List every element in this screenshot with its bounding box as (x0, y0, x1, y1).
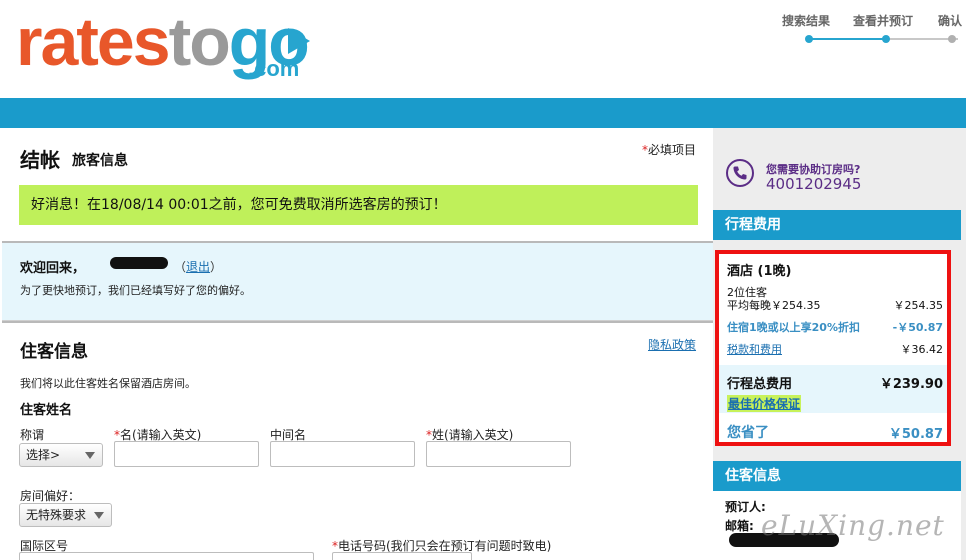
hotel-nights-label: 酒店 (1晚) (727, 264, 792, 279)
salutation-select[interactable]: 选择> (19, 443, 103, 467)
step-dot-1 (805, 35, 813, 43)
discount-row: 住宿1晚或以上享20%折扣 -￥50.87 (727, 319, 943, 335)
middle-name-input[interactable] (270, 441, 415, 467)
guest-panel: 预订人: 邮箱: eLuXing.net (713, 491, 961, 560)
guest-info-title: 住客信息 (20, 342, 88, 362)
privacy-policy-link[interactable]: 隐私政策 (648, 336, 696, 353)
page-title: 结帐 (20, 148, 60, 172)
step-confirm: 确认 (938, 14, 963, 28)
avg-nightly-row: 平均每晚￥254.35 ￥254.35 (727, 297, 943, 313)
hold-room-note: 我们将以此住客姓名保留酒店房间。 (20, 377, 196, 390)
logout-paren-close: ） (210, 260, 223, 274)
taxes-value: ￥36.42 (900, 343, 944, 356)
logo-part-rates: rates (16, 4, 171, 80)
phone-input[interactable] (332, 552, 472, 560)
step-dot-3 (948, 35, 956, 43)
logo-part-to: to (168, 4, 231, 80)
discount-label: 住宿1晚或以上享20%折扣 (727, 321, 860, 334)
step-dot-2 (882, 35, 890, 43)
progress-steps: 搜索结果 查看并预订 确认 (778, 12, 970, 48)
discount-value: -￥50.87 (892, 321, 943, 334)
phone-icon (726, 159, 754, 187)
free-cancel-banner: 好消息！在18/08/14 00:01之前，您可免费取消所选客房的预订！ (19, 185, 698, 225)
welcome-section: 欢迎回来， （退出） 为了更快地预订，我们已经填写好了您的偏好。 (2, 241, 713, 321)
first-name-label-text: 名(请输入英文) (120, 428, 202, 442)
page-subtitle: 旅客信息 (72, 153, 128, 169)
avg-nightly-value: ￥254.35 (893, 299, 944, 312)
step-search-results: 搜索结果 (782, 14, 831, 28)
step-line-done (808, 38, 886, 40)
logo-arrow-icon (288, 28, 310, 54)
logout-link[interactable]: 退出 (186, 260, 210, 274)
salutation-label: 称谓 (20, 428, 45, 442)
watermark-text: eLuXing.net (761, 509, 945, 542)
first-name-input[interactable] (114, 441, 259, 467)
checkout-title-section: 结帐 旅客信息 *必填项目 好消息！在18/08/14 00:01之前，您可免费… (2, 128, 713, 241)
logout-wrap: （退出） (174, 258, 222, 275)
trip-cost-header: 行程费用 (713, 210, 961, 240)
required-note: *必填项目 (642, 141, 696, 158)
help-phone-number[interactable]: 4001202945 (766, 175, 861, 193)
required-note-text: 必填项目 (648, 143, 697, 157)
best-price-guarantee-link[interactable]: 最佳价格保证 (727, 395, 802, 412)
site-header: ratestogo .com 搜索结果 查看并预订 确认 (0, 0, 970, 98)
sidebar: 您需要协助订房吗? 4001202945 行程费用 酒店 (1晚) 2位住客 平… (713, 128, 966, 560)
salutation-value: 选择> (26, 448, 61, 462)
booker-label: 预订人: (725, 500, 766, 514)
header-blue-bar (0, 98, 966, 128)
trip-cost-box: 酒店 (1晚) 2位住客 平均每晚￥254.35 ￥254.35 住宿1晚或以上… (715, 250, 951, 446)
redacted-username (110, 257, 168, 269)
checkout-main: 结帐 旅客信息 *必填项目 好消息！在18/08/14 00:01之前，您可免费… (2, 128, 713, 560)
saved-row: 您省了 ￥50.87 (727, 422, 943, 442)
room-pref-select[interactable]: 无特殊要求 (19, 503, 112, 527)
last-name-label-text: 姓(请输入英文) (432, 428, 514, 442)
step-review-book: 查看并预订 (853, 14, 914, 28)
chevron-down-icon (94, 512, 104, 519)
welcome-greeting: 欢迎回来， (20, 261, 86, 276)
room-pref-value: 无特殊要求 (26, 508, 87, 522)
room-pref-label: 房间偏好： (20, 489, 81, 503)
avg-nightly-label: 平均每晚￥254.35 (727, 299, 821, 312)
taxes-fees-link[interactable]: 税款和费用 (727, 343, 782, 356)
chevron-down-icon (85, 452, 95, 459)
logout-paren-open: （ (174, 260, 187, 274)
saved-label: 您省了 (727, 425, 769, 441)
total-label: 行程总费用 (727, 377, 793, 392)
email-label: 邮箱: (725, 519, 754, 533)
country-code-select[interactable] (19, 552, 314, 560)
phone-label-text: 电话号码(我们只会在预订有问题时致电) (338, 539, 552, 553)
guest-panel-header: 住客信息 (713, 461, 961, 491)
total-value: ￥239.90 (879, 377, 943, 392)
last-name-input[interactable] (426, 441, 571, 467)
saved-value: ￥50.87 (888, 427, 943, 442)
prefill-note: 为了更快地预订，我们已经填写好了您的偏好。 (20, 284, 251, 297)
logo-dotcom: .com (248, 56, 300, 81)
help-box: 您需要协助订房吗? 4001202945 (713, 144, 966, 196)
taxes-row: 税款和费用 ￥36.42 (727, 341, 943, 357)
guest-name-heading: 住客姓名 (20, 403, 73, 418)
guest-info-section: 住客信息 隐私政策 我们将以此住客姓名保留酒店房间。 住客姓名 称谓 *名(请输… (2, 321, 713, 560)
total-row: 行程总费用 ￥239.90 (727, 373, 943, 392)
